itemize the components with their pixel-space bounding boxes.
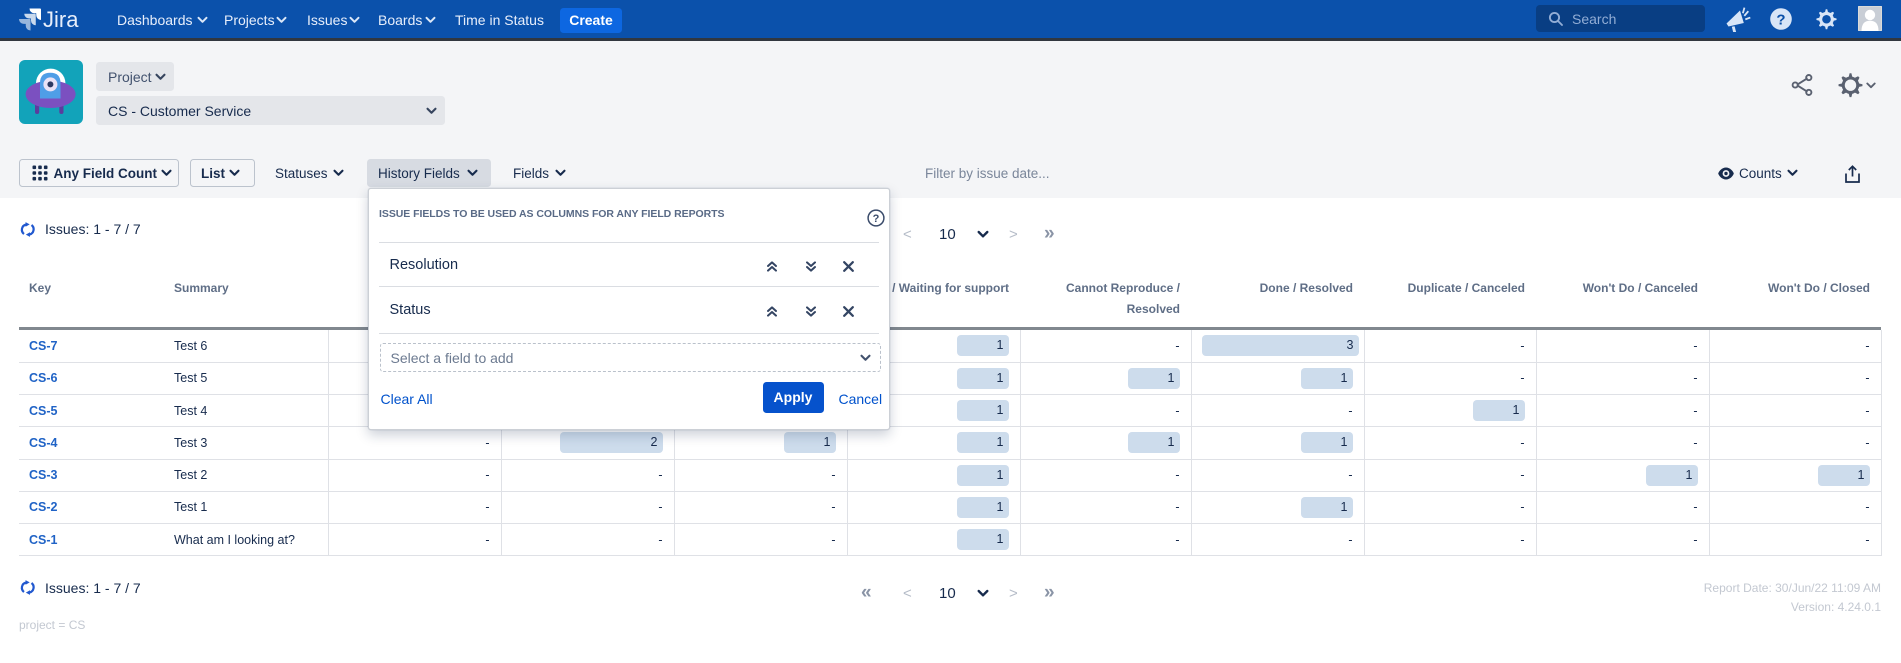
svg-text:?: ?	[872, 213, 879, 225]
svg-text:?: ?	[1776, 12, 1785, 29]
